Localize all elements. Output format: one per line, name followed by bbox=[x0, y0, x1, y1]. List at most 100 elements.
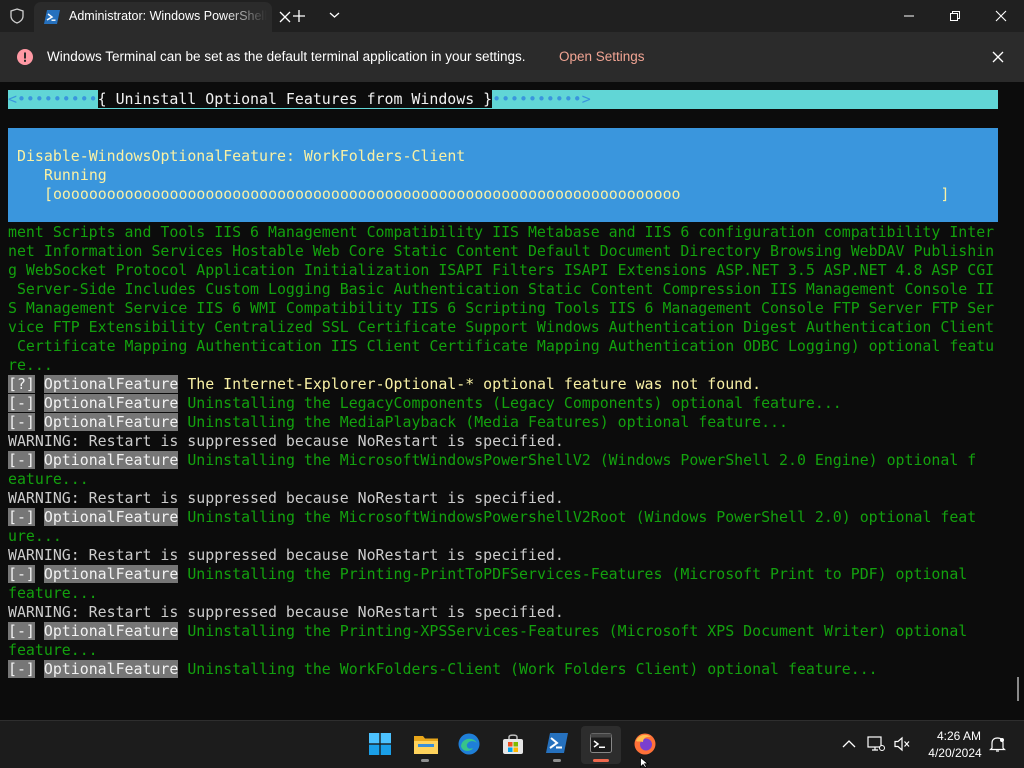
info-bar: Windows Terminal can be set as the defau… bbox=[0, 32, 1024, 82]
log-message: Uninstalling the WorkFolders-Client (Wor… bbox=[178, 660, 878, 678]
tag: OptionalFeature bbox=[43, 565, 179, 583]
log-message: Uninstalling the MicrosoftWindowsPowersh… bbox=[178, 508, 977, 526]
volume-muted-icon[interactable] bbox=[893, 736, 911, 752]
log-message: Uninstalling the MicrosoftWindowsPowerSh… bbox=[178, 451, 977, 469]
log-message: Uninstalling the Printing-XPSServices-Fe… bbox=[178, 622, 968, 640]
taskbar-powershell[interactable] bbox=[537, 726, 577, 764]
marker: [-] bbox=[8, 394, 35, 412]
header-right-dots: ••••••••••> bbox=[492, 90, 591, 108]
progress-block: Disable-WindowsOptionalFeature: WorkFold… bbox=[8, 128, 998, 222]
log-message: Uninstalling the LegacyComponents (Legac… bbox=[178, 394, 842, 412]
header-left-dots: <••••••••• bbox=[8, 90, 98, 108]
log-line: [-] OptionalFeature Uninstalling the Pri… bbox=[8, 565, 967, 584]
header-title: { Uninstall Optional Features from Windo… bbox=[97, 90, 493, 108]
tag: OptionalFeature bbox=[43, 451, 179, 469]
warning-line: WARNING: Restart is suppressed because N… bbox=[8, 489, 564, 507]
log-line: [-] OptionalFeature Uninstalling the Mic… bbox=[8, 508, 976, 527]
tab-powershell[interactable]: Administrator: Windows PowerShell bbox=[34, 2, 291, 32]
firefox-icon bbox=[634, 733, 656, 755]
log-message: Uninstalling the MediaPlayback (Media Fe… bbox=[178, 413, 788, 431]
network-icon[interactable] bbox=[867, 736, 885, 752]
log-line-continued: feature... bbox=[8, 641, 98, 659]
windows-logo-icon bbox=[369, 733, 391, 755]
tag: OptionalFeature bbox=[43, 508, 179, 526]
tag: OptionalFeature bbox=[43, 622, 179, 640]
running-indicator bbox=[553, 759, 561, 762]
tab-close-icon[interactable] bbox=[279, 11, 291, 23]
restore-icon bbox=[950, 11, 960, 21]
log-message: The Internet-Explorer-Optional-* optiona… bbox=[178, 375, 762, 393]
log-line: [-] OptionalFeature Uninstalling the Leg… bbox=[8, 394, 842, 413]
tag: OptionalFeature bbox=[43, 375, 179, 393]
chevron-down-icon[interactable] bbox=[329, 11, 340, 19]
taskbar: 4:26 AM 4/20/2024 bbox=[0, 720, 1024, 768]
info-message: Windows Terminal can be set as the defau… bbox=[47, 49, 526, 64]
output-line: ment Scripts and Tools IIS 6 Management … bbox=[8, 223, 995, 241]
terminal-output[interactable]: <•••••••••{ Uninstall Optional Features … bbox=[0, 82, 1024, 720]
marker: [-] bbox=[8, 622, 35, 640]
output-line: S Management Service IIS 6 WMI Compatibi… bbox=[8, 299, 995, 317]
powershell-icon bbox=[44, 10, 60, 24]
warning-line: WARNING: Restart is suppressed because N… bbox=[8, 603, 564, 621]
header-line: <•••••••••{ Uninstall Optional Features … bbox=[8, 90, 591, 109]
tag: OptionalFeature bbox=[43, 660, 179, 678]
warning-line: WARNING: Restart is suppressed because N… bbox=[8, 432, 564, 450]
running-indicator bbox=[421, 759, 429, 762]
log-line-continued: feature... bbox=[8, 584, 98, 602]
output-line: g WebSocket Protocol Application Initial… bbox=[8, 261, 995, 279]
log-line-continued: eature... bbox=[8, 470, 89, 488]
powershell-icon bbox=[546, 733, 568, 753]
marker: [-] bbox=[8, 508, 35, 526]
log-line: [-] OptionalFeature Uninstalling the Med… bbox=[8, 413, 788, 432]
log-line: [-] OptionalFeature Uninstalling the Wor… bbox=[8, 660, 878, 679]
shield-icon bbox=[10, 8, 24, 24]
log-line: [-] OptionalFeature Uninstalling the Mic… bbox=[8, 451, 976, 470]
warning-line: WARNING: Restart is suppressed because N… bbox=[8, 546, 564, 564]
log-line: [?] OptionalFeature The Internet-Explore… bbox=[8, 375, 761, 394]
progress-status: Running bbox=[44, 166, 107, 184]
new-tab-icon[interactable] bbox=[292, 9, 306, 23]
notification-bell-icon[interactable] bbox=[989, 736, 1006, 753]
marker: [-] bbox=[8, 413, 35, 431]
progress-bar: [ooooooooooooooooooooooooooooooooooooooo… bbox=[44, 185, 950, 203]
error-info-icon bbox=[17, 49, 33, 65]
log-message: Uninstalling the Printing-PrintToPDFServ… bbox=[178, 565, 968, 583]
tag: OptionalFeature bbox=[43, 413, 179, 431]
start-button[interactable] bbox=[360, 726, 400, 764]
marker: [-] bbox=[8, 565, 35, 583]
taskbar-file-explorer[interactable] bbox=[405, 726, 445, 764]
tag: OptionalFeature bbox=[43, 394, 179, 412]
clock-time[interactable]: 4:26 AM bbox=[929, 729, 989, 743]
marker: [-] bbox=[8, 660, 35, 678]
marker: [-] bbox=[8, 451, 35, 469]
maximize-button[interactable] bbox=[932, 0, 978, 32]
taskbar-store[interactable] bbox=[493, 726, 533, 764]
output-line: net Information Services Hostable Web Co… bbox=[8, 242, 995, 260]
edge-icon bbox=[458, 733, 480, 755]
marker: [?] bbox=[8, 375, 35, 393]
close-icon bbox=[995, 10, 1007, 22]
output-line: vice FTP Extensibility Centralized SSL C… bbox=[8, 318, 995, 336]
title-bar: Administrator: Windows PowerShell bbox=[0, 0, 1024, 32]
taskbar-edge[interactable] bbox=[449, 726, 489, 764]
close-icon[interactable] bbox=[992, 51, 1004, 63]
open-settings-link[interactable]: Open Settings bbox=[559, 49, 645, 64]
output-line: re... bbox=[8, 356, 53, 374]
output-line: Server-Side Includes Custom Logging Basi… bbox=[8, 280, 995, 298]
chevron-up-icon[interactable] bbox=[842, 739, 856, 748]
taskbar-terminal[interactable] bbox=[581, 726, 621, 764]
mouse-cursor-icon bbox=[640, 757, 649, 768]
tab-title: Administrator: Windows PowerShell bbox=[69, 9, 267, 23]
minimize-icon bbox=[904, 15, 914, 17]
active-indicator bbox=[593, 759, 609, 762]
progress-activity: Disable-WindowsOptionalFeature: WorkFold… bbox=[17, 147, 466, 165]
clock-date[interactable]: 4/20/2024 bbox=[922, 746, 988, 760]
folder-icon bbox=[414, 736, 438, 754]
close-window-button[interactable] bbox=[978, 0, 1024, 32]
log-line: [-] OptionalFeature Uninstalling the Pri… bbox=[8, 622, 967, 641]
log-line-continued: ure... bbox=[8, 527, 62, 545]
store-bag-icon bbox=[503, 734, 523, 754]
scrollbar-thumb[interactable] bbox=[1017, 677, 1019, 701]
terminal-icon bbox=[590, 733, 612, 753]
minimize-button[interactable] bbox=[886, 0, 932, 32]
